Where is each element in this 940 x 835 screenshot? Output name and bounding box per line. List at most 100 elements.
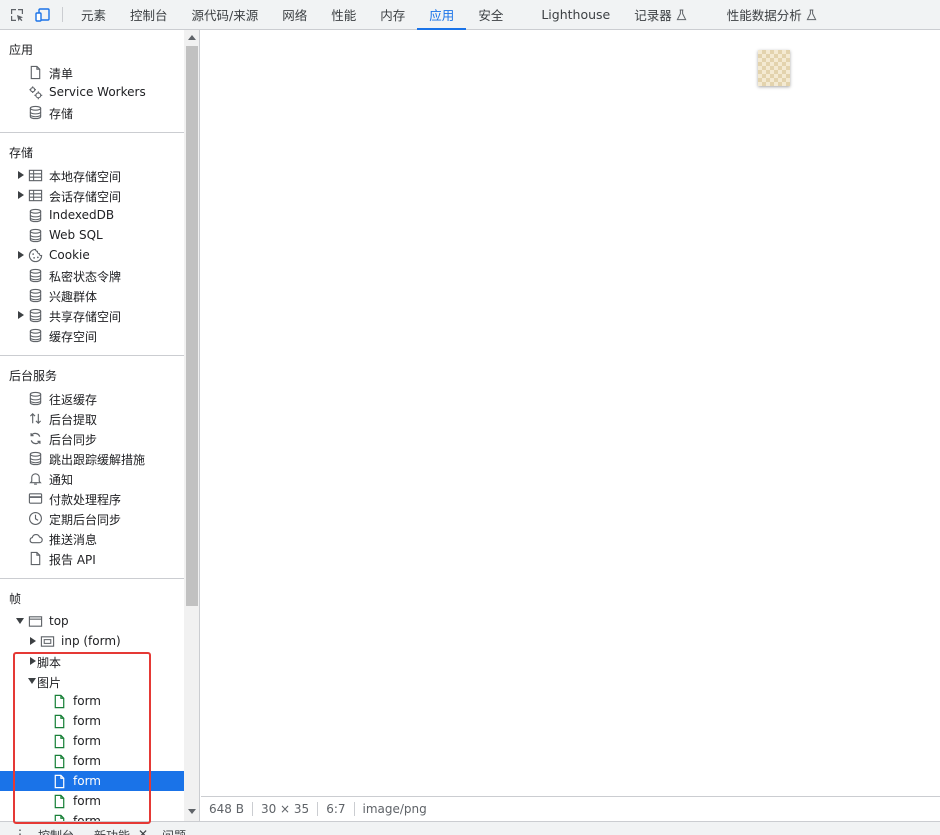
devtools-toolbar: 元素 控制台 源代码/来源 网络 性能 内存 应用 安全 Lighthouse 记录器 性能数据分析 — [0, 0, 940, 30]
sidebar-item-label: form — [73, 774, 101, 788]
sidebar-item-label: IndexedDB — [49, 208, 115, 222]
sidebar-item-app-1[interactable]: Service Workers — [0, 82, 184, 102]
window-icon — [27, 613, 43, 629]
sidebar-item-label: 会话存储空间 — [49, 190, 122, 204]
inspect-element-icon[interactable] — [4, 0, 30, 29]
section-title-background-services: 后台服务 — [9, 369, 58, 383]
file-green-icon — [51, 693, 67, 709]
image-resource-item[interactable]: form — [0, 691, 184, 711]
sidebar-item-label: inp (form) — [61, 634, 121, 648]
frame-scripts[interactable]: 脚本 — [0, 651, 184, 671]
tab-10[interactable]: 性能数据分析 — [715, 0, 829, 29]
tab-1[interactable]: 控制台 — [118, 0, 180, 29]
expand-right-arrow-icon[interactable] — [17, 191, 25, 199]
sidebar-item-app-0[interactable]: 清单 — [0, 62, 184, 82]
image-resource-item[interactable]: form — [0, 731, 184, 751]
sidebar-item-background-1[interactable]: 后台提取 — [0, 408, 184, 428]
sidebar-item-storage-2[interactable]: IndexedDB — [0, 205, 184, 225]
image-resource-item[interactable]: form — [0, 811, 184, 821]
sidebar-item-storage-5[interactable]: 私密状态令牌 — [0, 265, 184, 285]
sidebar-item-storage-8[interactable]: 缓存空间 — [0, 325, 184, 345]
section-title-frames: 帧 — [9, 592, 22, 606]
sidebar-item-storage-3[interactable]: Web SQL — [0, 225, 184, 245]
frame-child[interactable]: inp (form) — [0, 631, 184, 651]
sidebar-item-background-8[interactable]: 报告 API — [0, 548, 184, 568]
arrows-updown-icon — [27, 410, 43, 426]
image-resource-item[interactable]: form — [0, 791, 184, 811]
sidebar-scrollbar[interactable] — [184, 30, 200, 821]
tab-0[interactable]: 元素 — [69, 0, 118, 29]
tab-label: 内存 — [380, 8, 406, 23]
sidebar-item-background-7[interactable]: 推送消息 — [0, 528, 184, 548]
expand-down-arrow-icon[interactable] — [16, 617, 24, 625]
sidebar-item-background-3[interactable]: 跳出跟踪缓解措施 — [0, 448, 184, 468]
document-icon — [27, 64, 43, 80]
sidebar-item-label: 报告 API — [49, 553, 96, 567]
tab-8[interactable]: Lighthouse — [529, 0, 622, 29]
frame-images[interactable]: 图片 — [0, 671, 184, 691]
tab-label: 网络 — [282, 8, 308, 23]
drawer-tab-console[interactable]: 控制台 — [38, 827, 74, 835]
tab-3[interactable]: 网络 — [270, 0, 319, 29]
file-green-icon — [51, 813, 67, 821]
sidebar-item-background-6[interactable]: 定期后台同步 — [0, 508, 184, 528]
sidebar-item-background-2[interactable]: 后台同步 — [0, 428, 184, 448]
image-resource-item[interactable]: form — [0, 771, 184, 791]
tab-6[interactable]: 应用 — [417, 0, 467, 30]
sidebar-item-storage-0[interactable]: 本地存储空间 — [0, 165, 184, 185]
sidebar-item-label: 跳出跟踪缓解措施 — [49, 453, 146, 467]
image-mime-type: image/png — [362, 802, 427, 816]
sync-icon — [27, 430, 43, 446]
tab-2[interactable]: 源代码/来源 — [180, 0, 271, 29]
scroll-down-arrow-icon[interactable] — [184, 805, 200, 819]
sidebar-item-storage-1[interactable]: 会话存储空间 — [0, 185, 184, 205]
image-resource-item[interactable]: form — [0, 751, 184, 771]
drawer-tab-issues[interactable]: 问题 — [162, 827, 186, 835]
device-toolbar-icon[interactable] — [30, 0, 56, 29]
tab-5[interactable]: 内存 — [368, 0, 417, 29]
tab-4[interactable]: 性能 — [319, 0, 368, 29]
sidebar-item-storage-7[interactable]: 共享存储空间 — [0, 305, 184, 325]
expand-right-arrow-icon[interactable] — [17, 171, 25, 179]
image-resource-item[interactable]: form — [0, 711, 184, 731]
document-icon — [27, 550, 43, 566]
database-icon — [27, 327, 43, 343]
database-icon — [27, 267, 43, 283]
sidebar-item-label: form — [73, 694, 101, 708]
expand-right-arrow-icon[interactable] — [29, 637, 37, 645]
panel-tabs: 元素 控制台 源代码/来源 网络 性能 内存 应用 安全 Lighthouse 记录器 性能数据分析 — [69, 0, 829, 30]
tab-label: 性能 — [331, 8, 357, 23]
tab-9[interactable]: 记录器 — [622, 0, 699, 29]
drawer-tab-whats-new[interactable]: 新功能 — [94, 827, 130, 835]
sidebar-item-background-5[interactable]: 付款处理程序 — [0, 488, 184, 508]
table-icon — [27, 187, 43, 203]
sidebar-item-background-4[interactable]: 通知 — [0, 468, 184, 488]
expand-right-arrow-icon[interactable] — [17, 251, 25, 259]
sidebar-item-label: 存储 — [49, 107, 74, 121]
sidebar-item-app-2[interactable]: 存储 — [0, 102, 184, 122]
drawer-menu-icon[interactable]: ⋮ — [14, 827, 26, 835]
expand-right-arrow-icon[interactable] — [29, 657, 37, 665]
sidebar-item-label: 后台提取 — [49, 413, 98, 427]
frame-top[interactable]: top — [0, 611, 184, 631]
tab-label: 元素 — [81, 8, 107, 23]
sidebar-item-storage-4[interactable]: Cookie — [0, 245, 184, 265]
image-dimensions: 30 × 35 — [253, 802, 319, 816]
card-icon — [27, 490, 43, 506]
cloud-icon — [27, 530, 43, 546]
sidebar-item-label: top — [49, 614, 69, 628]
sidebar-item-background-0[interactable]: 往返缓存 — [0, 388, 184, 408]
bell-icon — [27, 470, 43, 486]
tab-7[interactable]: 安全 — [466, 0, 515, 29]
drawer-tab-close-icon[interactable]: ✕ — [138, 827, 148, 835]
scroll-up-arrow-icon[interactable] — [184, 30, 200, 44]
expand-down-arrow-icon[interactable] — [28, 677, 36, 685]
sidebar-item-label: 兴趣群体 — [49, 290, 98, 304]
tab-label: 源代码/来源 — [191, 8, 259, 23]
sidebar-item-storage-6[interactable]: 兴趣群体 — [0, 285, 184, 305]
database-icon — [27, 450, 43, 466]
sidebar-item-label: 私密状态令牌 — [49, 270, 122, 284]
file-white-icon — [51, 773, 67, 789]
expand-right-arrow-icon[interactable] — [17, 311, 25, 319]
scrollbar-thumb[interactable] — [186, 46, 198, 606]
